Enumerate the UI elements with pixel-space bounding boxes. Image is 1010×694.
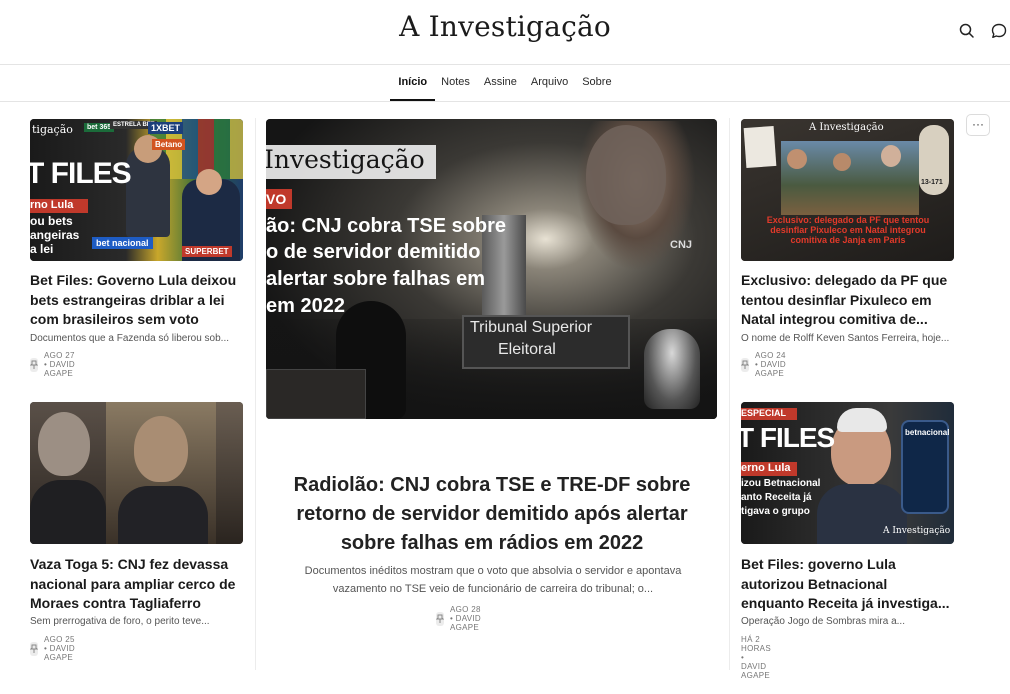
featured-image-cnj: CNJ	[670, 239, 693, 251]
post-meta-text: AGO 24 • DAVID AGAPE	[755, 351, 786, 378]
nav-item-assine[interactable]: Assine	[476, 66, 525, 101]
logo-badge: Betano	[152, 139, 186, 150]
nav-item-arquivo[interactable]: Arquivo	[523, 66, 576, 101]
thumbnail-badge: 13-171	[921, 179, 943, 186]
site-header: A Investigação	[0, 0, 1010, 65]
thumbnail-line: erno Lula	[741, 462, 791, 474]
post-subtitle: O nome de Rolff Keven Santos Ferreira, h…	[741, 333, 950, 344]
post-meta-text: AGO 27 • DAVID AGAPE	[44, 351, 75, 378]
site-title[interactable]: A Investigação	[0, 10, 1010, 43]
pin-icon	[30, 641, 38, 656]
chat-bubble-icon[interactable]	[990, 22, 1008, 40]
thumbnail-logo: betnacional	[905, 428, 950, 437]
column-divider	[255, 118, 256, 670]
logo-badge: 1XBET	[148, 122, 184, 134]
post-subtitle: Operação Jogo de Sombras mira a...	[741, 616, 905, 627]
post-meta: AGO 27 • DAVID AGAPE	[30, 351, 79, 378]
post-title[interactable]: Bet Files: governo Lula autorizou Betnac…	[741, 555, 954, 614]
nav-item-sobre[interactable]: Sobre	[574, 66, 619, 101]
thumbnail-brand: A Investigação	[809, 122, 884, 133]
featured-image-sign: Eleitoral	[498, 341, 556, 358]
thumbnail-line: tigava o grupo	[741, 506, 810, 517]
featured-image-headline: o de servidor demitido	[266, 241, 481, 263]
main-nav: Início Notes Assine Arquivo Sobre	[0, 66, 1010, 102]
thumbnail-line: izou Betnacional	[741, 478, 821, 489]
logo-badge: SUPERBET	[182, 246, 232, 257]
pin-icon	[30, 357, 38, 372]
post-title[interactable]: Exclusivo: delegado da PF que tentou des…	[741, 271, 954, 330]
nav-item-notes[interactable]: Notes	[433, 66, 478, 101]
featured-image-headline: ão: CNJ cobra TSE sobre	[266, 215, 507, 237]
post-title[interactable]: Bet Files: Governo Lula deixou bets estr…	[30, 271, 240, 330]
post-meta: AGO 24 • DAVID AGAPE	[741, 351, 790, 378]
more-options-button[interactable]: ···	[966, 114, 990, 136]
post-meta-text: AGO 28 • DAVID AGAPE	[450, 605, 481, 632]
post-thumbnail[interactable]: ESPECIAL T FILES erno Lula izou Betnacio…	[741, 402, 954, 544]
post-subtitle: Documentos que a Fazenda só liberou sob.…	[30, 333, 230, 344]
pin-icon	[436, 611, 444, 626]
search-icon[interactable]	[958, 22, 976, 40]
post-subtitle: Sem prerrogativa de foro, o perito teve.…	[30, 616, 210, 627]
post-meta-text: HÁ 2 HORAS • DAVID AGAPE	[741, 635, 771, 680]
post-thumbnail[interactable]: A Investigação 13-171 Exclusivo: delegad…	[741, 119, 954, 261]
post-thumbnail[interactable]: tigação T FILES rno Lula ou bets angeira…	[30, 119, 243, 261]
featured-image-tag: VO	[266, 191, 287, 207]
thumbnail-headline: T FILES	[30, 157, 132, 190]
pin-icon	[741, 357, 749, 372]
featured-thumbnail[interactable]: Investigação VO ão: CNJ cobra TSE sobre …	[266, 119, 717, 419]
thumbnail-headline: T FILES	[741, 422, 835, 453]
logo-badge: bet nacional	[92, 237, 153, 249]
post-meta-text: AGO 25 • DAVID AGAPE	[44, 635, 75, 662]
thumbnail-tag: ESPECIAL	[741, 408, 787, 418]
thumbnail-line: a lei	[30, 242, 54, 256]
thumbnail-line: rno Lula	[30, 199, 74, 211]
thumbnail-line: angeiras	[30, 228, 80, 242]
featured-subtitle: Documentos inéditos mostram que o voto q…	[304, 565, 682, 595]
thumbnail-caption: Exclusivo: delegado da PF que tentou des…	[766, 215, 930, 245]
post-meta: AGO 25 • DAVID AGAPE	[30, 635, 79, 662]
post-meta: HÁ 2 HORAS • DAVID AGAPE	[741, 635, 771, 680]
thumbnail-brand: tigação	[32, 123, 73, 136]
featured-image-brand: Investigação	[266, 145, 425, 174]
column-divider	[729, 118, 730, 670]
featured-title[interactable]: Radiolão: CNJ cobra TSE e TRE-DF sobre r…	[274, 471, 710, 558]
thumbnail-line: ou bets	[30, 214, 73, 228]
featured-image-headline: alertar sobre falhas em	[266, 268, 485, 290]
nav-item-inicio[interactable]: Início	[390, 66, 436, 101]
thumbnail-line: anto Receita já	[741, 492, 812, 503]
featured-image-headline: em 2022	[266, 295, 345, 317]
post-thumbnail[interactable]	[30, 402, 243, 544]
post-title[interactable]: Vaza Toga 5: CNJ fez devassa nacional pa…	[30, 555, 245, 614]
featured-image-sign: Tribunal Superior	[470, 319, 593, 336]
thumbnail-brand: A Investigação	[883, 526, 951, 536]
featured-meta: AGO 28 • DAVID AGAPE	[436, 605, 485, 632]
